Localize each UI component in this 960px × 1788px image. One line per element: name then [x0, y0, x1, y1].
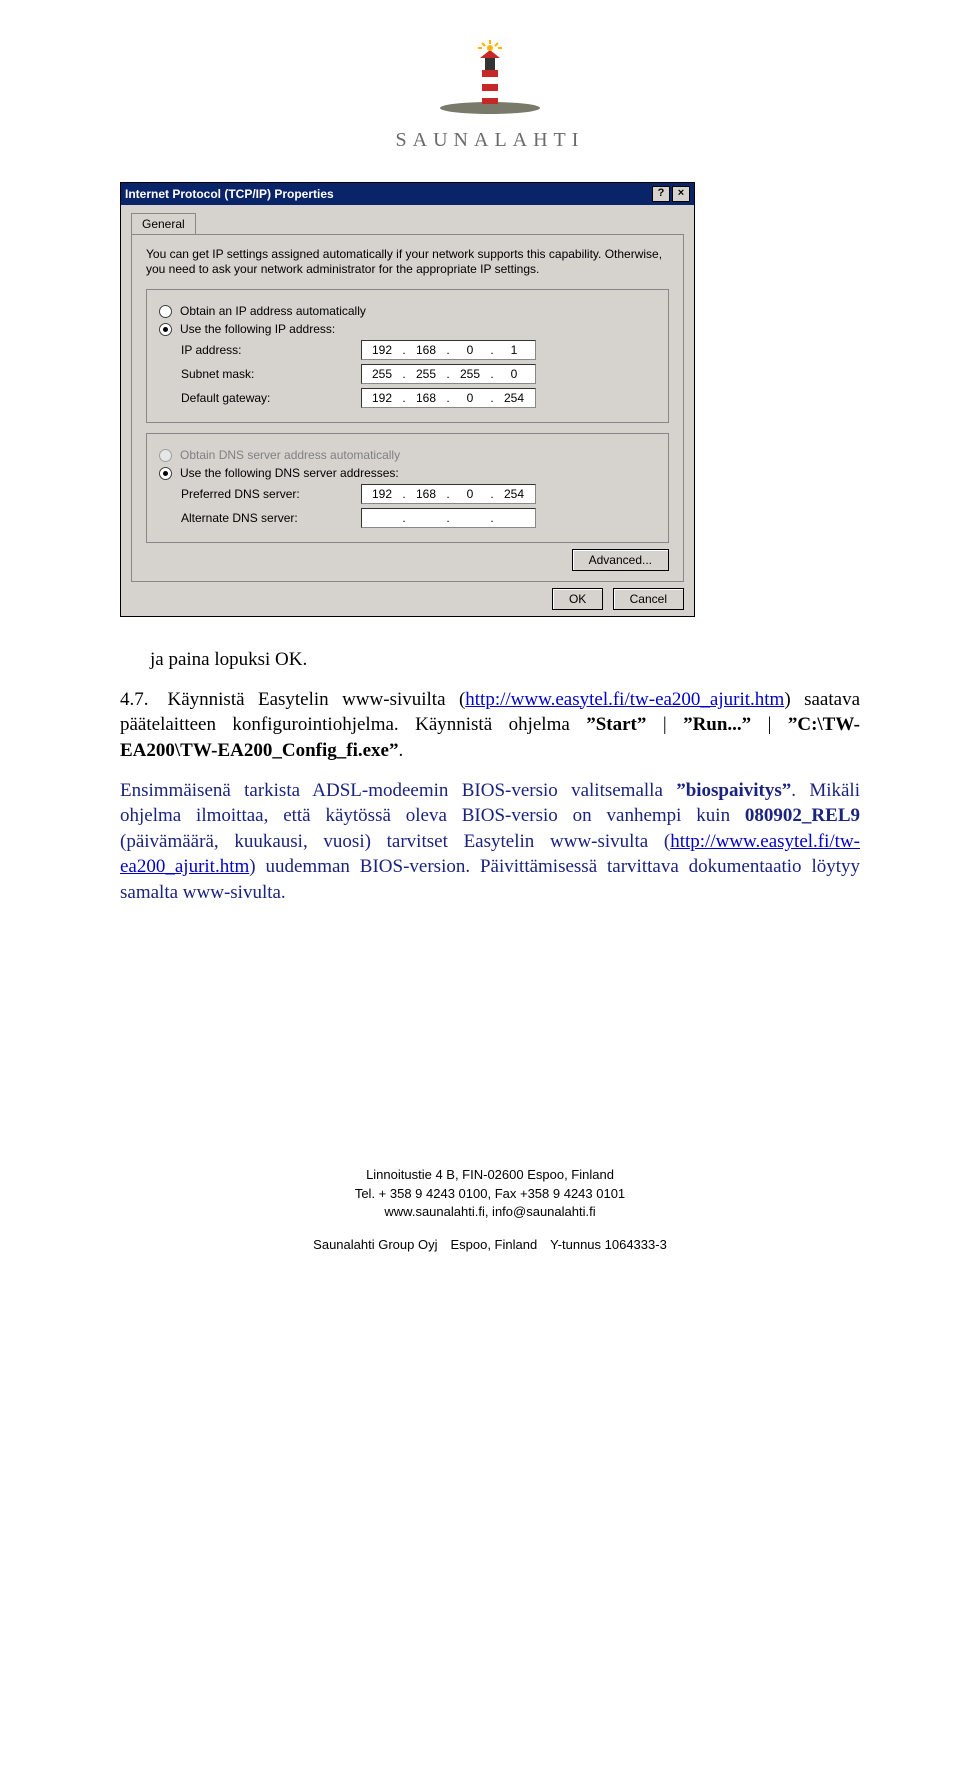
ip-address-field[interactable]: 192. 168. 0. 1	[361, 340, 536, 360]
label-obtain-dns: Obtain DNS server address automatically	[180, 448, 400, 462]
label-use-dns: Use the following DNS server addresses:	[180, 466, 399, 480]
label-subnet-mask: Subnet mask:	[181, 367, 361, 381]
subnet-mask-field[interactable]: 255. 255. 255. 0	[361, 364, 536, 384]
label-use-ip: Use the following IP address:	[180, 322, 335, 336]
radio-use-ip[interactable]	[159, 323, 172, 336]
paragraph-1: ja paina lopuksi OK.	[120, 647, 860, 673]
dialog-title: Internet Protocol (TCP/IP) Properties	[125, 187, 650, 201]
brand-name: SAUNALAHTI	[120, 129, 860, 152]
dns-settings-group: Obtain DNS server address automatically …	[146, 433, 669, 543]
paragraph-3: Ensimmäisenä tarkista ADSL-modeemin BIOS…	[120, 778, 860, 906]
label-obtain-ip: Obtain an IP address automatically	[180, 304, 366, 318]
lighthouse-icon	[430, 40, 550, 118]
advanced-button[interactable]: Advanced...	[572, 549, 669, 571]
label-preferred-dns: Preferred DNS server:	[181, 487, 361, 501]
tcpip-properties-dialog: Internet Protocol (TCP/IP) Properties ? …	[120, 182, 695, 617]
ok-button[interactable]: OK	[552, 588, 603, 610]
help-button[interactable]: ?	[652, 186, 670, 202]
radio-obtain-ip[interactable]	[159, 305, 172, 318]
ip-settings-group: Obtain an IP address automatically Use t…	[146, 289, 669, 423]
label-default-gateway: Default gateway:	[181, 391, 361, 405]
page-footer: Linnoitustie 4 B, FIN-02600 Espoo, Finla…	[120, 1166, 860, 1255]
dialog-description: You can get IP settings assigned automat…	[146, 247, 669, 277]
label-alternate-dns: Alternate DNS server:	[181, 511, 361, 525]
close-button[interactable]: ×	[672, 186, 690, 202]
brand-logo: SAUNALAHTI	[120, 40, 860, 152]
tab-general[interactable]: General	[131, 213, 196, 234]
default-gateway-field[interactable]: 192. 168. 0. 254	[361, 388, 536, 408]
footer-company: Saunalahti Group Oyj Espoo, Finland Y-tu…	[120, 1236, 860, 1255]
footer-phone: Tel. + 358 9 4243 0100, Fax +358 9 4243 …	[120, 1185, 860, 1204]
cancel-button[interactable]: Cancel	[613, 588, 684, 610]
paragraph-2: 4.7. Käynnistä Easytelin www-sivuilta (h…	[120, 687, 860, 764]
footer-address: Linnoitustie 4 B, FIN-02600 Espoo, Finla…	[120, 1166, 860, 1185]
preferred-dns-field[interactable]: 192. 168. 0. 254	[361, 484, 536, 504]
link-easytel-1[interactable]: http://www.easytel.fi/tw-ea200_ajurit.ht…	[465, 689, 784, 710]
radio-use-dns[interactable]	[159, 467, 172, 480]
footer-web: www.saunalahti.fi, info@saunalahti.fi	[120, 1203, 860, 1222]
label-ip-address: IP address:	[181, 343, 361, 357]
dialog-titlebar: Internet Protocol (TCP/IP) Properties ? …	[121, 183, 694, 205]
radio-obtain-dns	[159, 449, 172, 462]
alternate-dns-field[interactable]: . . .	[361, 508, 536, 528]
